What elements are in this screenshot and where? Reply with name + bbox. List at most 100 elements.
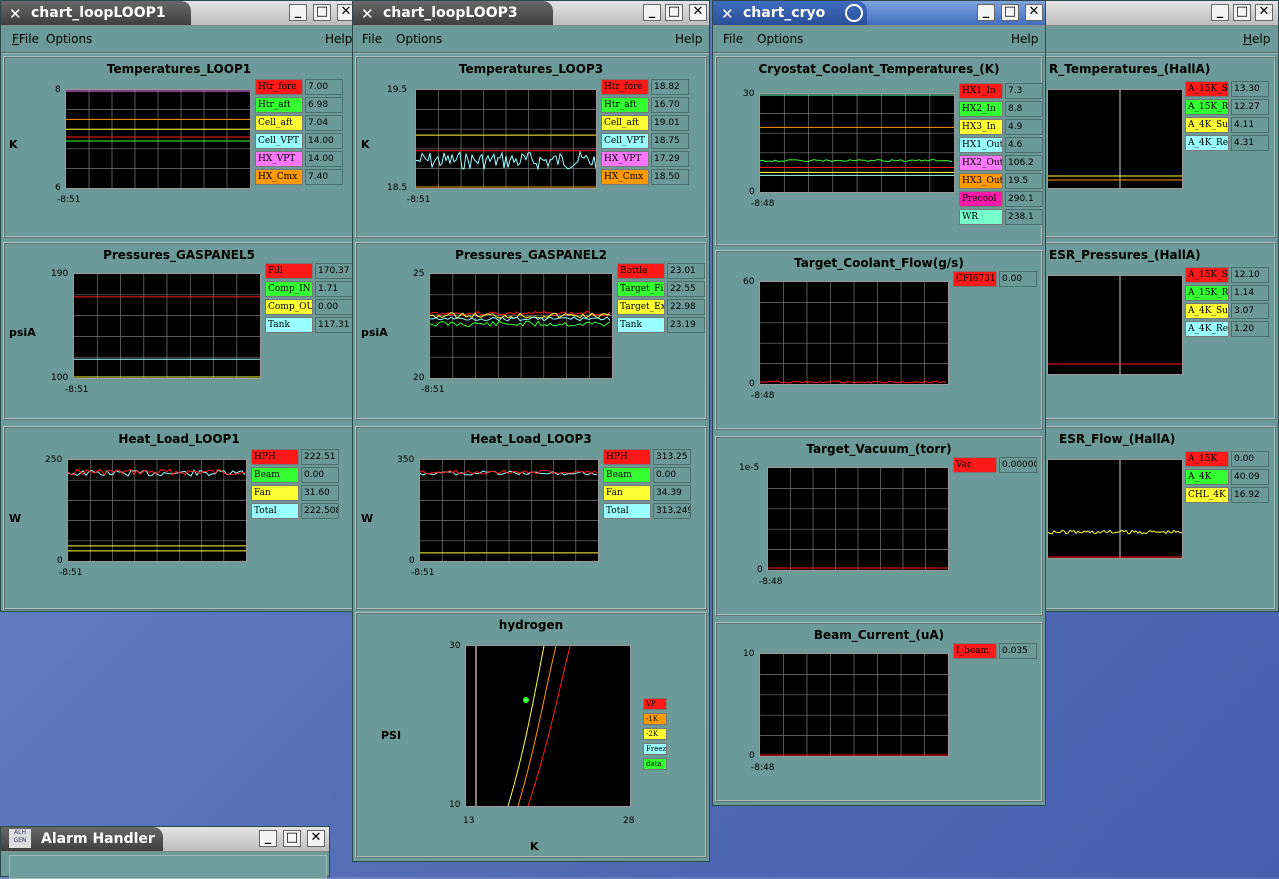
minimize-button[interactable]: _ xyxy=(289,4,307,21)
panel-title: Heat_Load_LOOP3 xyxy=(470,432,592,446)
legend-hph: HPH xyxy=(603,449,651,465)
titlebar[interactable]: ✕ chart_loopLOOP1 _ □ ✕ xyxy=(1,1,357,26)
legend-tank: Tank xyxy=(265,317,313,333)
panel-heat-load-loop3: Heat_Load_LOOP3 W 350 0 -8:51 HPH 313.25 Beam 0.… xyxy=(355,426,707,610)
legend-i-beam: I_beam xyxy=(953,643,997,659)
legend-cfi6731a: CFI6731A xyxy=(953,271,997,287)
legend--1k: -1K xyxy=(643,713,667,725)
legend-a-4k-ret: A_4K_Ret xyxy=(1185,135,1229,151)
legend-value: 19.01 xyxy=(651,115,689,131)
legend-comp-in: Comp_IN xyxy=(265,281,313,297)
legend-value: 14.00 xyxy=(305,133,343,149)
menu-help[interactable]: Help xyxy=(675,32,702,46)
x-logo-icon: ✕ xyxy=(9,5,22,23)
legend-tank: Tank xyxy=(617,317,665,333)
y-min-label: 0 xyxy=(749,751,755,761)
titlebar[interactable]: _ □ ✕ xyxy=(1041,1,1278,26)
panel-title: Temperatures_LOOP1 xyxy=(106,62,252,76)
legend-wr: WR xyxy=(959,209,1003,225)
chart-svg xyxy=(66,90,250,188)
legend-value: 313.249 xyxy=(653,503,691,519)
maximize-button[interactable]: □ xyxy=(1001,4,1019,21)
x-logo-icon: ✕ xyxy=(361,5,374,23)
minimize-button[interactable]: _ xyxy=(643,4,661,21)
legend-value: 17.29 xyxy=(651,151,689,167)
time-axis-label: -8:48 xyxy=(759,577,783,587)
panel-title: Temperatures_LOOP3 xyxy=(458,62,604,76)
legend-value: 238.1 xyxy=(1005,209,1043,225)
menu-options[interactable]: Options xyxy=(396,32,442,46)
time-axis-label: -8:48 xyxy=(751,763,775,773)
window-alarm-handler: ALH GEN Alarm Handler _ □ ✕ xyxy=(0,826,330,879)
titlebar[interactable]: ✕ chart_cryo _ □ ✕ xyxy=(713,1,1045,26)
panel-title: hydrogen xyxy=(498,618,564,632)
legend-vp: VP xyxy=(643,698,667,710)
maximize-button[interactable]: □ xyxy=(313,4,331,21)
close-button[interactable]: ✕ xyxy=(689,4,707,21)
minimize-button[interactable]: _ xyxy=(977,4,995,21)
legend-hx2-in: HX2_In xyxy=(959,101,1003,117)
legend-fan: Fan xyxy=(251,485,299,501)
legend-a-15k: A_15K xyxy=(1185,451,1229,467)
legend-hx3-out: HX3_Out xyxy=(959,173,1003,189)
legend-hx1-in: HX1_In xyxy=(959,83,1003,99)
chart-plot xyxy=(73,273,261,379)
legend-value: 7.00 xyxy=(305,79,343,95)
panel-halla-temps: R_Temperatures_(HallA) A_15K_Sup13.30A_1… xyxy=(1043,56,1276,238)
window-halla: _ □ ✕ Help R_Temperatures_(HallA) A_15K_… xyxy=(1040,0,1279,612)
maximize-button[interactable]: □ xyxy=(283,830,301,847)
time-axis-label: -8:51 xyxy=(65,385,89,395)
y-max-label: 190 xyxy=(51,269,69,279)
legend-value: 117.31 xyxy=(315,317,353,333)
close-button[interactable]: ✕ xyxy=(307,830,325,847)
menu-help[interactable]: Help xyxy=(1011,32,1038,46)
chart-svg xyxy=(768,468,948,570)
time-axis-label: -8:51 xyxy=(57,195,81,205)
minimize-button[interactable]: _ xyxy=(259,830,277,847)
close-button[interactable]: ✕ xyxy=(1025,4,1043,21)
menu-help[interactable]: Help xyxy=(1243,32,1270,46)
menu-file[interactable]: File xyxy=(723,32,743,46)
y-min-label: 0 xyxy=(57,556,63,566)
menu-help[interactable]: Help xyxy=(325,32,352,46)
panel-title: ESR_Pressures_(HallA) xyxy=(1049,248,1201,262)
menu-options[interactable]: Options xyxy=(757,32,803,46)
legend-value: 4.11 xyxy=(1231,117,1269,133)
chart-svg xyxy=(74,274,260,378)
legend-value: 222.51 xyxy=(301,449,339,465)
panel-temperatures-loop3: Temperatures_LOOP3 K 19.5 18.5 -8:51 Htr_fore… xyxy=(355,56,707,238)
titlebar[interactable]: ALH GEN Alarm Handler _ □ ✕ xyxy=(1,827,329,852)
legend-value: 8.8 xyxy=(1005,101,1043,117)
close-button[interactable]: ✕ xyxy=(1255,4,1273,21)
maximize-button[interactable]: □ xyxy=(665,4,683,21)
legend-value: 22.98 xyxy=(667,299,705,315)
chart-plot xyxy=(1047,89,1183,189)
panel-hydrogen: hydrogen PSI K 30 10 13 28 VP -1K -2K Freez… xyxy=(355,612,707,858)
panel-title: ESR_Flow_(HallA) xyxy=(1059,432,1176,446)
menu-options[interactable]: Options xyxy=(46,32,92,46)
y-min-label: 0 xyxy=(757,565,763,575)
panel-target-vacuum: Target_Vacuum_(torr) 1e-5 0 -8:48 Vac0.00000… xyxy=(715,436,1043,616)
legend-target-exh: Target_Exh xyxy=(617,299,665,315)
legend-cell-vpt: Cell_VPT xyxy=(601,133,649,149)
legend-value: 19.5 xyxy=(1005,173,1043,189)
legend-value: 16.92 xyxy=(1231,487,1269,503)
menu-file[interactable]: File xyxy=(362,32,382,46)
menu-bar: File Options Help xyxy=(713,26,1045,54)
minimize-button[interactable]: _ xyxy=(1211,4,1229,21)
time-axis-label: -8:51 xyxy=(411,568,435,578)
maximize-button[interactable]: □ xyxy=(1233,4,1251,21)
menu-file[interactable]: FFile xyxy=(12,32,39,46)
legend-value: 0.035 xyxy=(999,643,1037,659)
window-title: ✕ chart_loopLOOP3 xyxy=(353,1,553,25)
panel-pressures-gaspanel5: Pressures_GASPANEL5 psiA 190 100 -8:51 Fill 17… xyxy=(3,242,355,420)
legend--2k: -2K xyxy=(643,728,667,740)
y-max-label: 19.5 xyxy=(387,85,408,95)
legend-htr-aft: Htr_aft xyxy=(601,97,649,113)
legend-a-15k-ret: A_15K_Ret xyxy=(1185,99,1229,115)
legend-value: 106.2 xyxy=(1005,155,1043,171)
legend-value: 16.70 xyxy=(651,97,689,113)
panel-title: Heat_Load_LOOP1 xyxy=(118,432,240,446)
chart-plot xyxy=(415,89,597,189)
titlebar[interactable]: ✕ chart_loopLOOP3 _ □ ✕ xyxy=(353,1,709,26)
